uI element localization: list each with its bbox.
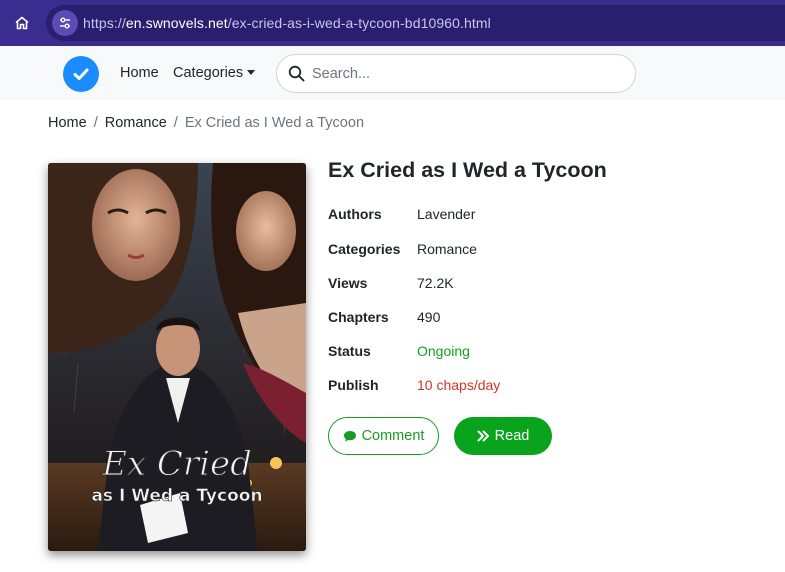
caret-down-icon: [247, 69, 256, 75]
nav-home-link[interactable]: Home: [120, 65, 159, 81]
breadcrumb: Home / Romance / Ex Cried as I Wed a Tyc…: [48, 115, 364, 131]
status-badge: Ongoing: [417, 343, 470, 359]
browser-address-bar: https://en.swnovels.net/ex-cried-as-i-we…: [0, 0, 785, 46]
book-title: Ex Cried as I Wed a Tycoon: [328, 158, 607, 182]
comment-button[interactable]: Comment: [328, 417, 439, 455]
detail-value: 490: [417, 309, 441, 325]
sliders-icon[interactable]: [52, 10, 78, 36]
detail-value: 72.2K: [417, 275, 454, 291]
search-icon[interactable]: [288, 65, 305, 87]
publish-rate: 10 chaps/day: [417, 377, 501, 393]
breadcrumb-current: Ex Cried as I Wed a Tycoon: [184, 115, 365, 131]
url-host: en.swnovels.net: [125, 15, 228, 31]
url-path: /ex-cried-as-i-wed-a-tycoon-bd10960.html: [227, 15, 491, 31]
cover-title-line1: Ex Cried: [101, 444, 252, 484]
detail-label: Categories: [328, 241, 401, 257]
detail-label: Chapters: [328, 309, 389, 325]
nav-categories-label: Categories: [173, 65, 244, 81]
breadcrumb-romance-link[interactable]: Romance: [105, 115, 167, 131]
comment-icon: [343, 430, 356, 442]
detail-label: Views: [328, 275, 368, 291]
detail-value[interactable]: Lavender: [417, 206, 475, 222]
detail-label: Authors: [328, 206, 382, 222]
detail-label: Publish: [328, 377, 379, 393]
double-chevron-right-icon: [477, 430, 489, 442]
search-box[interactable]: [276, 54, 636, 93]
book-cover-image[interactable]: Ex Cried as I Wed a Tycoon: [48, 163, 306, 551]
read-button[interactable]: Read: [454, 417, 552, 455]
breadcrumb-separator: /: [173, 115, 178, 131]
read-label: Read: [494, 428, 530, 444]
detail-value[interactable]: Romance: [417, 241, 477, 257]
breadcrumb-separator: /: [93, 115, 98, 131]
cover-title-line2: as I Wed a Tycoon: [91, 486, 262, 506]
url-text: https://en.swnovels.net/ex-cried-as-i-we…: [83, 15, 491, 31]
url-field[interactable]: https://en.swnovels.net/ex-cried-as-i-we…: [46, 5, 785, 41]
search-input[interactable]: [312, 63, 612, 85]
nav-categories-dropdown[interactable]: Categories: [173, 65, 256, 81]
detail-label: Status: [328, 343, 371, 359]
site-navbar: Home Categories: [0, 46, 785, 100]
comment-label: Comment: [361, 428, 425, 444]
url-prefix: https://: [83, 15, 126, 31]
check-circle-icon[interactable]: [63, 56, 99, 92]
breadcrumb-home-link[interactable]: Home: [48, 115, 87, 131]
home-icon[interactable]: [8, 9, 36, 37]
